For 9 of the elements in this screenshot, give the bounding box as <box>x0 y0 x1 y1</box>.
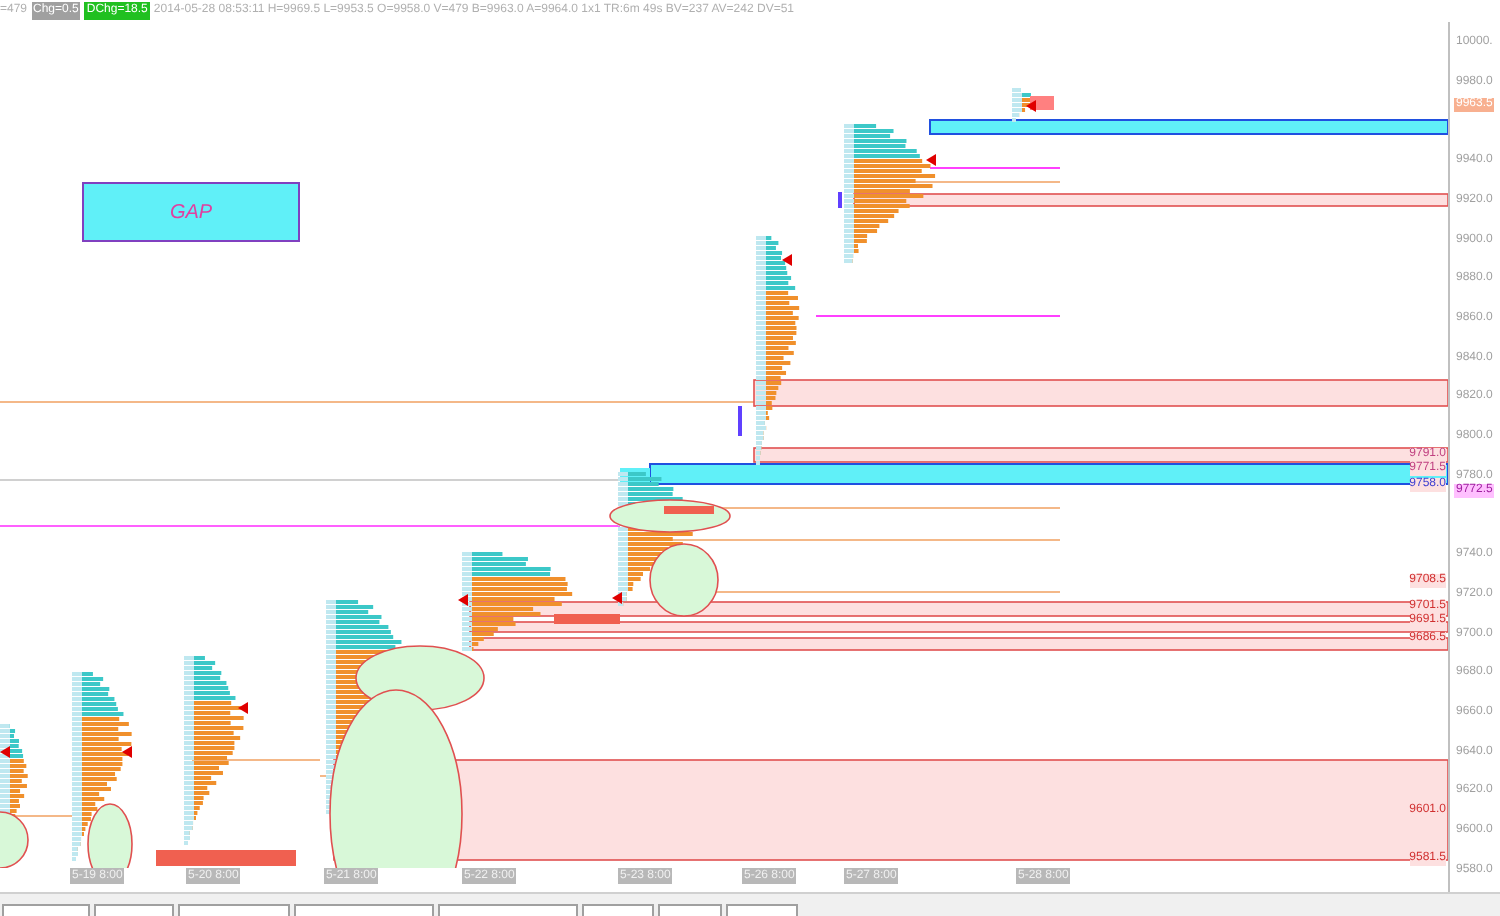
tab[interactable] <box>438 904 578 916</box>
tab[interactable] <box>178 904 290 916</box>
tab[interactable] <box>658 904 722 916</box>
tab[interactable] <box>582 904 654 916</box>
tab[interactable] <box>726 904 798 916</box>
tab[interactable] <box>94 904 174 916</box>
gap-annotation: GAP <box>82 182 300 242</box>
tab[interactable] <box>2 904 90 916</box>
tab[interactable] <box>294 904 434 916</box>
